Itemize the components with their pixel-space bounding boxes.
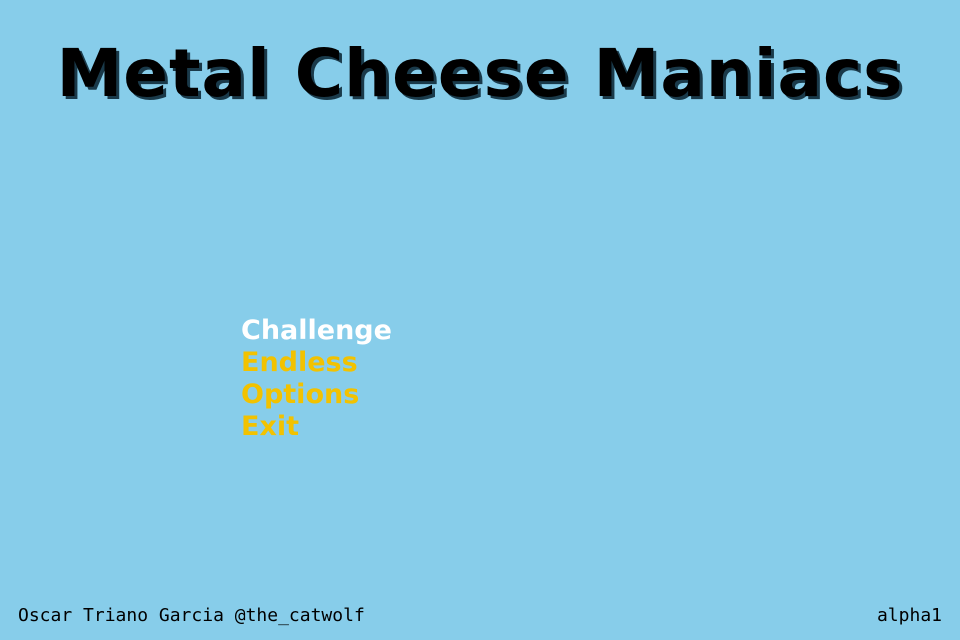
author-credit: Oscar Triano Garcia @the_catwolf (18, 605, 365, 626)
menu-item-options[interactable]: Options (241, 379, 392, 411)
main-menu: Challenge Endless Options Exit (241, 315, 392, 443)
menu-item-challenge[interactable]: Challenge (241, 315, 392, 347)
version-label: alpha1 (876, 605, 942, 626)
game-title: Metal Cheese Maniacs (56, 35, 904, 112)
menu-item-endless[interactable]: Endless (241, 347, 392, 379)
menu-item-exit[interactable]: Exit (241, 411, 392, 443)
